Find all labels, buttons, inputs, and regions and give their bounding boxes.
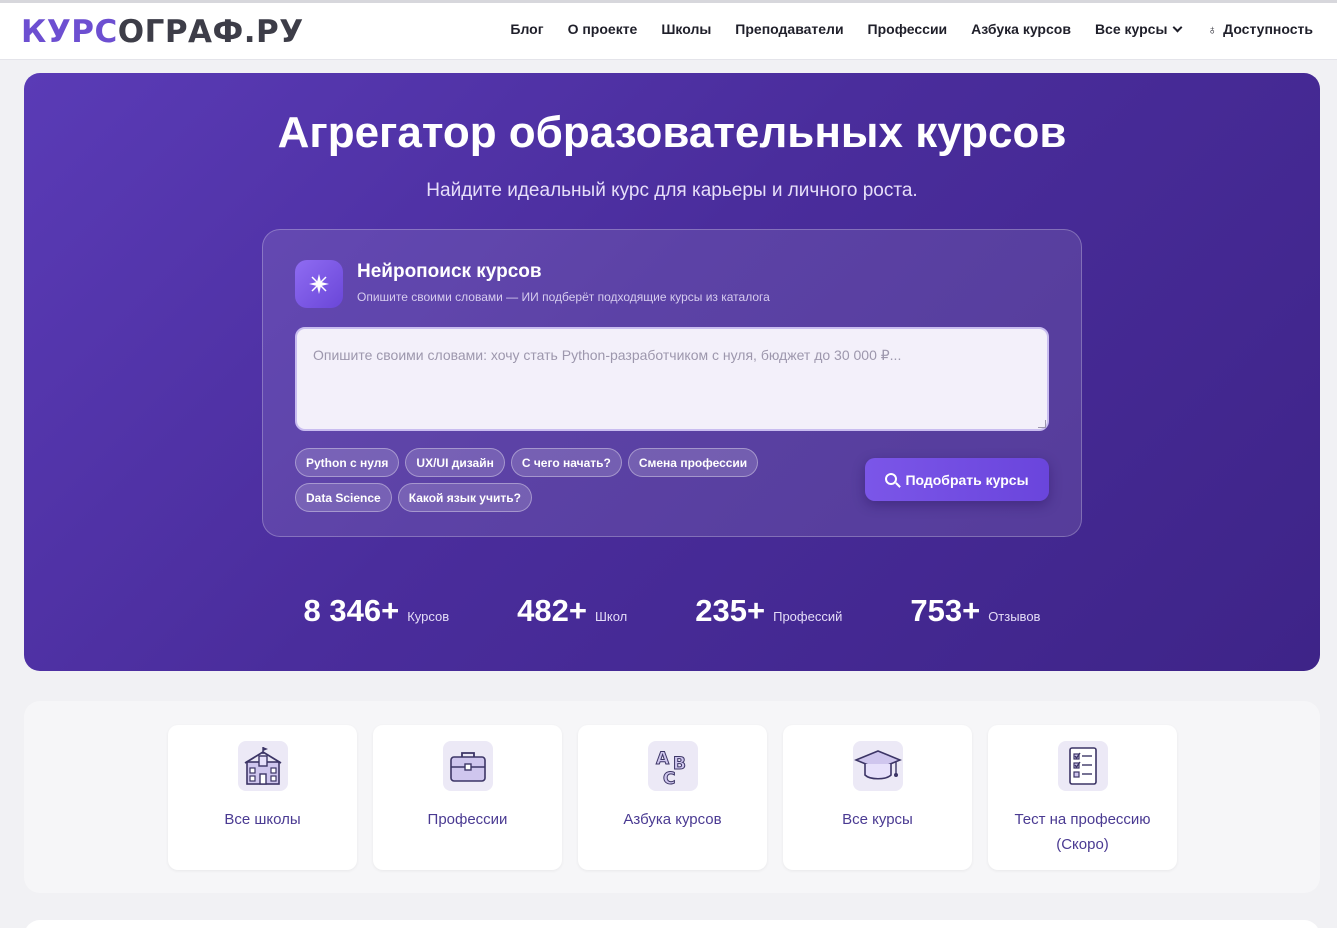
ai-search-input[interactable]: [295, 327, 1049, 431]
find-courses-label: Подобрать курсы: [905, 471, 1029, 488]
stat-value: 482+: [517, 593, 587, 628]
suggestion-chip[interactable]: Data Science: [295, 483, 392, 512]
find-courses-button[interactable]: Подобрать курсы: [865, 458, 1049, 501]
nav-item-blog[interactable]: Блог: [510, 21, 543, 37]
nav-item-professions[interactable]: Профессии: [868, 21, 948, 37]
graduation-cap-icon: [852, 741, 903, 791]
quick-link-label: Все курсы: [842, 811, 913, 828]
nav-item-label: Преподаватели: [735, 21, 844, 37]
stat-value: 753+: [910, 593, 981, 628]
site-logo[interactable]: КУРСОГРАФ.РУ: [21, 14, 304, 50]
ai-search-card: Нейропоиск курсов Опишите своими словами…: [262, 229, 1082, 537]
stat-label: Школ: [594, 609, 628, 624]
top-navigation-bar: КУРСОГРАФ.РУ Блог О проекте Школы Препод…: [0, 0, 1337, 60]
nav-item-label: Все курсы: [1094, 21, 1168, 37]
suggestion-chip[interactable]: Смена профессии: [627, 448, 759, 477]
suggestion-chip[interactable]: Какой язык учить?: [397, 483, 532, 512]
main-nav: Блог О проекте Школы Преподаватели Профе…: [510, 21, 1313, 37]
stat-value: 8 346+: [303, 593, 400, 628]
ai-search-title: Нейропоиск курсов: [357, 261, 542, 282]
stat-label: Курсов: [407, 609, 450, 624]
quick-link-all-courses[interactable]: Все курсы: [783, 725, 972, 870]
hero-title: Агрегатор образовательных курсов: [277, 108, 1067, 157]
suggestion-chips: Python с нуля UX/UI дизайн С чего начать…: [295, 448, 855, 512]
quick-link-profession-test[interactable]: Тест на профессию (Скоро): [988, 725, 1177, 870]
briefcase-icon: [442, 741, 493, 791]
quick-link-label: Азбука курсов: [623, 811, 722, 828]
nav-item-label: Профессии: [867, 21, 948, 37]
suggestion-chip[interactable]: Python с нуля: [295, 448, 400, 477]
stat-schools: 482+ Школ: [517, 593, 627, 629]
svg-text:C: C: [663, 769, 675, 788]
stat-value: 235+: [695, 593, 766, 628]
abc-letters-icon: A B C: [647, 741, 698, 791]
quick-link-professions[interactable]: Профессии: [373, 725, 562, 870]
sparkle-icon: [295, 260, 343, 308]
nav-item-label: О проекте: [567, 21, 638, 37]
resize-handle-icon[interactable]: [1038, 420, 1046, 428]
quick-links: Все школы Профессии A B C Азбука курсов …: [168, 725, 1177, 870]
checklist-icon: [1057, 741, 1108, 791]
quick-links-section: Все школы Профессии A B C Азбука курсов …: [24, 701, 1320, 893]
nav-item-about[interactable]: О проекте: [568, 21, 638, 37]
quick-link-all-schools[interactable]: Все школы: [168, 725, 357, 870]
ai-search-description: Опишите своими словами — ИИ подберёт под…: [357, 290, 770, 304]
next-section-edge: [24, 920, 1320, 928]
stat-label: Профессий: [773, 609, 843, 624]
nav-item-teachers[interactable]: Преподаватели: [735, 21, 843, 37]
quick-link-label: Тест на профессию (Скоро): [1014, 811, 1151, 853]
stat-courses: 8 346+ Курсов: [304, 593, 450, 629]
stat-professions: 235+ Профессий: [695, 593, 842, 629]
stat-reviews: 753+ Отзывов: [910, 593, 1040, 629]
stats-row: 8 346+ Курсов 482+ Школ 235+ Профессий 7…: [24, 593, 1320, 629]
nav-item-label: Азбука курсов: [971, 21, 1071, 37]
hero-section: Агрегатор образовательных курсов Найдите…: [24, 73, 1320, 671]
quick-link-label: Все школы: [224, 811, 301, 828]
accessibility-icon: ♁: [1207, 21, 1218, 37]
nav-item-all-courses-dropdown[interactable]: Все курсы: [1095, 21, 1183, 37]
nav-item-course-abc[interactable]: Азбука курсов: [971, 21, 1071, 37]
quick-link-course-abc[interactable]: A B C Азбука курсов: [578, 725, 767, 870]
hero-subtitle: Найдите идеальный курс для карьеры и лич…: [426, 180, 918, 201]
logo-part-2: ОГРАФ.РУ: [117, 14, 304, 50]
nav-item-accessibility[interactable]: ♁ Доступность: [1207, 21, 1313, 37]
search-icon: [885, 472, 898, 485]
chevron-down-icon: [1172, 22, 1183, 32]
school-building-icon: [237, 741, 288, 791]
quick-link-label: Профессии: [427, 811, 508, 828]
nav-item-schools[interactable]: Школы: [661, 21, 711, 37]
nav-item-label: Блог: [510, 21, 544, 37]
nav-item-label: Школы: [661, 21, 712, 37]
suggestion-chip[interactable]: UX/UI дизайн: [405, 448, 505, 477]
stat-label: Отзывов: [988, 609, 1041, 624]
nav-item-label: Доступность: [1223, 21, 1313, 37]
suggestion-chip[interactable]: С чего начать?: [510, 448, 622, 477]
logo-part-1: КУРС: [21, 14, 118, 50]
svg-text:A: A: [656, 749, 670, 769]
